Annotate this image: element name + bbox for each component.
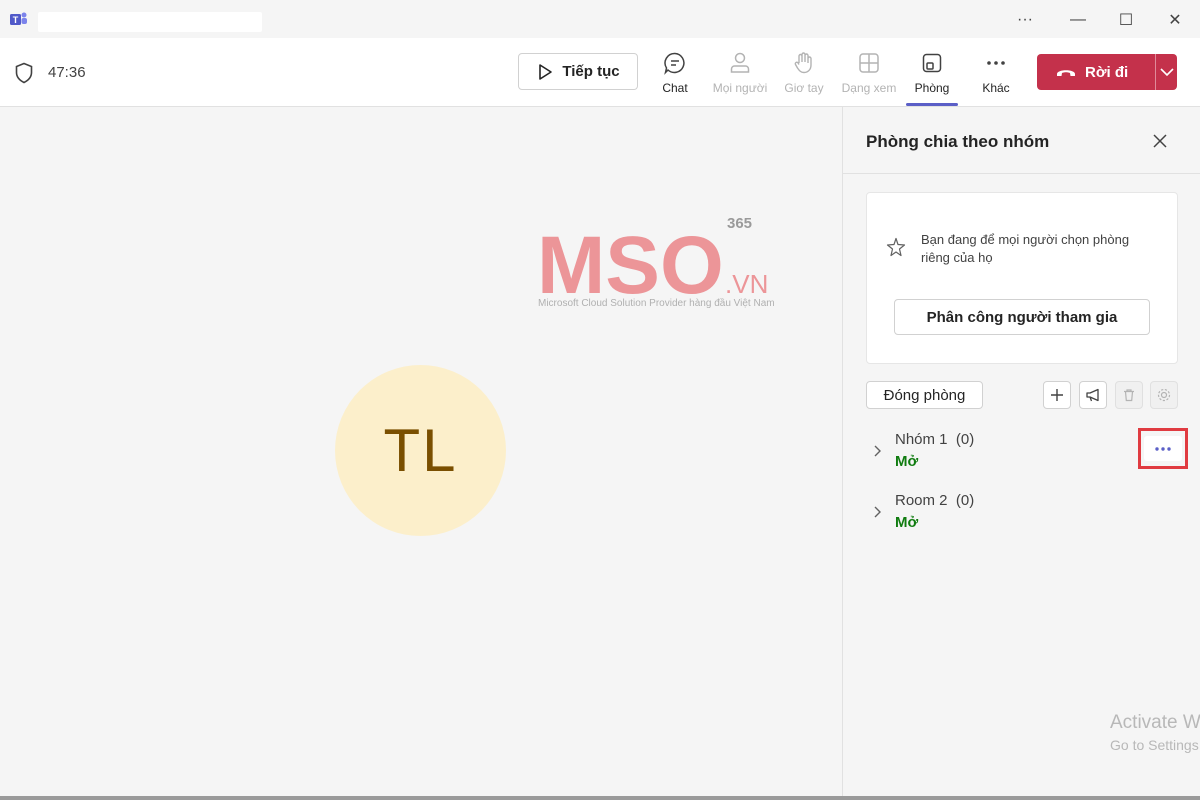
more-icon: ··· [1017, 11, 1033, 28]
meeting-timer: 47:36 [48, 64, 86, 81]
tool-more-label: Khác [982, 81, 1010, 95]
tool-rooms-label: Phòng [914, 81, 950, 95]
more-icon [983, 50, 1009, 76]
participant-avatar: TL [335, 365, 506, 536]
view-icon [856, 50, 882, 76]
plus-icon [1051, 389, 1063, 401]
resume-button[interactable]: Tiếp tục [518, 53, 638, 90]
close-icon: ✕ [1168, 12, 1182, 29]
panel-title: Phòng chia theo nhóm [866, 132, 1050, 151]
leave-button-group: Rời đi [1037, 54, 1177, 90]
chevron-right-icon [874, 506, 881, 518]
leave-button[interactable]: Rời đi [1037, 64, 1155, 81]
active-tab-indicator [906, 103, 958, 106]
resume-label: Tiếp tục [562, 63, 620, 80]
window-bottom-border [0, 796, 1200, 800]
hang-up-icon [1057, 70, 1075, 76]
title-bar: T ··· — ☐ ✕ [0, 0, 1200, 39]
maximize-icon: ☐ [1118, 12, 1134, 29]
play-icon [539, 63, 553, 80]
tool-chat-label: Chat [662, 81, 688, 95]
people-icon [727, 50, 753, 76]
room-more-options-button[interactable] [1144, 436, 1182, 461]
more-icon [1155, 446, 1171, 451]
chevron-down-icon [1159, 68, 1174, 77]
tool-chat[interactable]: Chat [643, 50, 707, 100]
activate-windows-overlay: Activate W Go to Settings [1110, 712, 1200, 753]
tool-more[interactable]: Khác [964, 50, 1028, 100]
room-name: Room 2 (0) [895, 492, 975, 509]
add-room-button[interactable] [1043, 381, 1071, 409]
assignment-info-text: Bạn đang để mọi người chọn phòng riêng c… [921, 232, 1130, 265]
maximize-button[interactable]: ☐ [1106, 6, 1146, 34]
announcement-button[interactable] [1079, 381, 1107, 409]
window-more-button[interactable]: ··· [1005, 6, 1045, 34]
tool-view[interactable]: Dạng xem [837, 50, 901, 100]
tool-people-label: Mọi người [712, 81, 768, 95]
panel-divider [843, 173, 1200, 174]
rooms-icon [919, 50, 945, 76]
room-settings-button[interactable] [1150, 381, 1178, 409]
chevron-right-icon [874, 445, 881, 457]
close-rooms-button[interactable]: Đóng phòng [866, 381, 983, 409]
meeting-toolbar: 47:36 Tiếp tục Chat Mọi người Giơ tay Dạ… [0, 38, 1200, 107]
highlight-box [1138, 428, 1188, 469]
sparkle-icon [886, 237, 906, 257]
activate-line-2: Go to Settings [1110, 737, 1199, 753]
minimize-button[interactable]: — [1058, 6, 1098, 34]
room-assignment-card: Bạn đang để mọi người chọn phòng riêng c… [866, 192, 1178, 364]
raise-hand-icon [791, 50, 817, 76]
tool-raise-hand-label: Giơ tay [784, 81, 824, 95]
leave-options-button[interactable] [1156, 67, 1177, 77]
room-status: Mở [895, 453, 919, 470]
close-window-button[interactable]: ✕ [1155, 6, 1195, 34]
megaphone-icon [1086, 388, 1099, 402]
chat-icon [662, 50, 688, 76]
tool-people[interactable]: Mọi người [708, 50, 772, 100]
teams-logo-icon: T [10, 12, 27, 25]
watermark-suffix: .VN [725, 269, 768, 299]
room-name: Nhóm 1 (0) [895, 431, 975, 448]
gear-icon [1157, 388, 1171, 402]
assign-participants-button[interactable]: Phân công người tham gia [894, 299, 1150, 335]
leave-label: Rời đi [1085, 63, 1129, 81]
activate-line-1: Activate W [1110, 712, 1200, 733]
breakout-rooms-panel: Phòng chia theo nhóm Bạn đang để mọi ngư… [842, 107, 1200, 797]
tool-view-label: Dạng xem [841, 81, 897, 95]
room-status: Mở [895, 514, 919, 531]
shield-icon [15, 62, 33, 84]
watermark-tagline: Microsoft Cloud Solution Provider hàng đ… [538, 298, 775, 309]
close-icon [1153, 134, 1167, 148]
minimize-icon: — [1070, 11, 1086, 28]
avatar-initials: TL [383, 417, 458, 484]
trash-icon [1124, 389, 1134, 402]
room-item[interactable]: Room 2 (0) Mở [866, 490, 1186, 540]
svg-text:T: T [13, 15, 19, 25]
tool-rooms[interactable]: Phòng [900, 50, 964, 106]
close-panel-button[interactable] [1148, 129, 1172, 153]
delete-room-button[interactable] [1115, 381, 1143, 409]
tool-raise-hand[interactable]: Giơ tay [772, 50, 836, 100]
watermark-sup: 365 [727, 215, 752, 232]
window-title-field [38, 12, 262, 32]
